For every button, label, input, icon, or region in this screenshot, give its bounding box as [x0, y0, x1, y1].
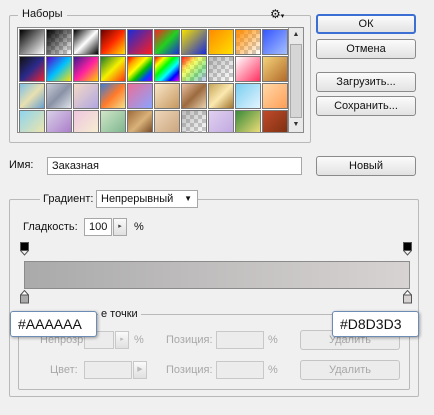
cancel-button[interactable]: Отмена: [316, 39, 416, 59]
presets-scrollbar[interactable]: ▲ ▼: [289, 27, 304, 133]
preset-swatch[interactable]: [235, 29, 261, 55]
color-swatch[interactable]: [84, 361, 132, 379]
preset-swatch[interactable]: [46, 56, 72, 82]
smoothness-stepper-icon[interactable]: ▸: [113, 218, 127, 236]
load-button[interactable]: Загрузить...: [316, 72, 416, 92]
presets-title: Наборы: [18, 8, 67, 20]
gradient-type-value: Непрерывный: [101, 193, 174, 205]
opacity-unit: %: [134, 334, 144, 346]
preset-swatch[interactable]: [46, 110, 72, 132]
color-stop-right[interactable]: [402, 289, 413, 304]
smoothness-unit: %: [134, 221, 144, 233]
smoothness-input[interactable]: 100: [84, 218, 112, 236]
scroll-up-icon[interactable]: ▲: [289, 28, 303, 42]
preset-swatch[interactable]: [208, 83, 234, 109]
opacity-stop-right[interactable]: [403, 242, 412, 256]
smoothness-label: Гладкость:: [23, 221, 78, 233]
delete-color-stop-button[interactable]: Удалить: [300, 360, 400, 380]
preset-swatch[interactable]: [100, 29, 126, 55]
preset-swatch[interactable]: [181, 56, 207, 82]
gradient-bar[interactable]: [24, 261, 410, 289]
gradient-type-select[interactable]: Непрерывный ▼: [96, 190, 198, 208]
preset-swatch[interactable]: [19, 29, 45, 55]
preset-swatch[interactable]: [154, 110, 180, 132]
preset-swatch[interactable]: [46, 83, 72, 109]
preset-swatch[interactable]: [19, 83, 45, 109]
preset-swatch[interactable]: [100, 83, 126, 109]
preset-swatch[interactable]: [235, 56, 261, 82]
preset-swatch[interactable]: [19, 56, 45, 82]
preset-swatch[interactable]: [73, 29, 99, 55]
opacity-position-label: Позиция:: [166, 334, 213, 346]
color-arrow-icon[interactable]: ▶: [133, 361, 147, 379]
preset-swatch[interactable]: [235, 110, 261, 132]
right-color-callout: #D8D3D3: [332, 311, 419, 337]
preset-swatch[interactable]: [262, 83, 288, 109]
preset-swatch[interactable]: [208, 56, 234, 82]
preset-swatch[interactable]: [262, 56, 288, 82]
ok-button[interactable]: ОК: [316, 14, 416, 34]
preset-swatch[interactable]: [154, 56, 180, 82]
preset-swatch[interactable]: [181, 110, 207, 132]
preset-swatch[interactable]: [73, 83, 99, 109]
name-label: Имя:: [9, 159, 34, 171]
preset-swatch[interactable]: [73, 56, 99, 82]
stops-title: е точки: [98, 308, 141, 320]
preset-swatch[interactable]: [262, 110, 288, 132]
preset-swatch[interactable]: [235, 83, 261, 109]
new-button[interactable]: Новый: [316, 156, 416, 176]
preset-swatch[interactable]: [100, 110, 126, 132]
gear-icon[interactable]: ⚙▾: [270, 8, 284, 23]
opacity-stop-left[interactable]: [20, 242, 29, 256]
chevron-down-icon: ▼: [184, 194, 192, 203]
name-field[interactable]: Заказная: [47, 157, 302, 175]
color-position-input[interactable]: [216, 361, 264, 379]
color-label: Цвет:: [50, 364, 78, 376]
preset-swatch[interactable]: [181, 29, 207, 55]
preset-swatch[interactable]: [127, 83, 153, 109]
scroll-thumb[interactable]: [290, 44, 302, 118]
opacity-position-unit: %: [268, 334, 278, 346]
preset-swatch[interactable]: [154, 29, 180, 55]
preset-swatch[interactable]: [154, 83, 180, 109]
preset-swatch[interactable]: [46, 29, 72, 55]
scroll-down-icon[interactable]: ▼: [289, 118, 303, 132]
opacity-stepper-icon[interactable]: ▸: [115, 331, 129, 349]
preset-swatch[interactable]: [19, 110, 45, 132]
color-position-unit: %: [268, 364, 278, 376]
preset-swatch[interactable]: [262, 29, 288, 55]
preset-swatch[interactable]: [127, 56, 153, 82]
opacity-position-input[interactable]: [216, 331, 264, 349]
left-color-callout: #AAAAAA: [10, 311, 97, 337]
preset-swatch[interactable]: [100, 56, 126, 82]
color-position-label: Позиция:: [166, 364, 213, 376]
preset-swatch[interactable]: [127, 110, 153, 132]
presets-grid: [17, 27, 289, 133]
preset-swatch[interactable]: [181, 83, 207, 109]
preset-swatch[interactable]: [127, 29, 153, 55]
save-button[interactable]: Сохранить...: [316, 96, 416, 116]
preset-swatch[interactable]: [73, 110, 99, 132]
preset-swatch[interactable]: [208, 29, 234, 55]
color-stop-left[interactable]: [19, 289, 30, 304]
preset-swatch[interactable]: [208, 110, 234, 132]
gradient-type-label: Градиент:: [40, 193, 97, 205]
